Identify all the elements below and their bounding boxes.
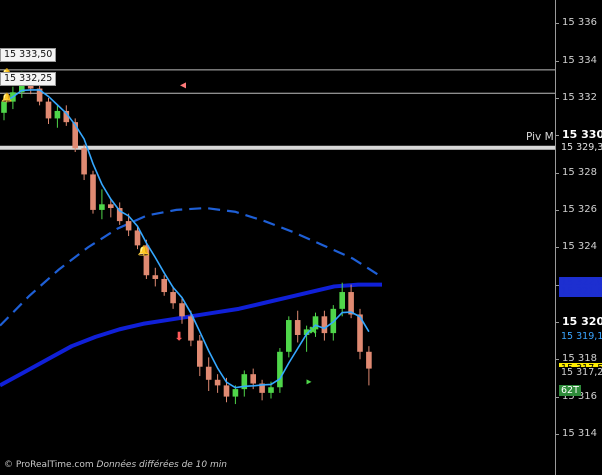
candle-body — [197, 340, 203, 367]
price-tick-mark — [555, 23, 559, 25]
price-tick-mark — [555, 60, 559, 62]
price-tick-mark — [555, 135, 559, 137]
price-tag[interactable]: 15 321,89 — [559, 286, 602, 298]
candle-body — [108, 204, 114, 209]
price-tick-mark — [555, 433, 559, 435]
price-tick-mark — [555, 172, 559, 174]
candle-body — [277, 351, 283, 388]
candle-body — [45, 101, 52, 119]
price-tag[interactable]: 15 319,18 — [559, 331, 602, 343]
level-lines — [0, 69, 555, 150]
candle-body — [170, 292, 176, 304]
price-tick-label: 15 332 — [562, 91, 597, 103]
price-axis[interactable] — [555, 0, 602, 475]
candle-body — [90, 174, 96, 210]
candle-body — [366, 351, 372, 369]
down-arrow-icon: ⬇ — [174, 329, 184, 343]
short-ma-layer — [3, 89, 370, 389]
candle-body — [339, 292, 345, 309]
bell-icon: 🔔 — [138, 245, 150, 257]
candle-body — [223, 385, 230, 397]
dashed-ma-layer — [0, 206, 383, 327]
price-tick-mark — [555, 209, 559, 211]
pivot-value-tag[interactable]: 15 329,33 — [559, 142, 602, 153]
candle-body — [54, 110, 61, 119]
candle-body — [268, 387, 274, 393]
green-arrow-icon: ▸ — [306, 377, 311, 388]
footer-delay: Données différées de 10 min — [96, 460, 227, 470]
candle-body — [179, 303, 185, 317]
candle-body — [232, 389, 239, 397]
price-tick-mark — [555, 359, 559, 361]
short-ma-line — [3, 89, 370, 389]
candle-body — [188, 316, 194, 341]
price-tick-mark — [555, 321, 559, 323]
alert-marker-icon: ◂ — [180, 77, 186, 91]
price-tick-mark — [555, 396, 559, 398]
candle-body — [99, 204, 105, 210]
candle-body — [125, 221, 132, 231]
candle-body — [214, 379, 221, 386]
price-axis-divider — [555, 0, 556, 475]
price-tick-label: 15 324 — [562, 241, 597, 253]
candle-body — [286, 320, 292, 352]
footer-source: © ProRealTime.com — [4, 460, 94, 470]
chart-area[interactable]: ◂🔔⬇✖▸🔔🔔 — [0, 0, 602, 475]
price-tick-label: 15 326 — [562, 203, 597, 215]
price-tick-mark — [555, 247, 559, 249]
candle-body — [294, 320, 301, 335]
footer: © ProRealTime.com Données différées de 1… — [4, 460, 227, 470]
candle-body — [134, 230, 141, 246]
price-tick-mark — [555, 97, 559, 99]
candle-body — [348, 292, 354, 315]
candle-body — [321, 316, 328, 334]
lower-level-label[interactable]: 15 332,25 — [0, 72, 57, 86]
candle-body — [81, 148, 87, 175]
upper-level-label[interactable]: 15 333,50 — [0, 48, 57, 62]
bell-icon: 🔔 — [1, 92, 12, 103]
price-tick-label: 15 336 — [562, 17, 597, 29]
price-tick-label: 15 330 — [562, 128, 602, 142]
price-tag[interactable]: 62T — [559, 384, 581, 396]
price-tick-label: 15 314 — [562, 427, 597, 439]
candle-body — [205, 366, 212, 380]
green-cross-icon: ✖ — [308, 324, 317, 337]
candle-body — [161, 278, 167, 293]
price-chart[interactable]: ◂🔔⬇✖▸🔔🔔 — [0, 0, 602, 475]
pivot-name-label: Piv M — [526, 131, 554, 143]
price-tag[interactable]: 15 317,25 — [559, 367, 602, 379]
candle-body — [250, 374, 256, 384]
price-tick-label: 15 320 — [562, 314, 602, 328]
price-tick-label: 15 328 — [562, 166, 597, 178]
price-tick-label: 15 334 — [562, 54, 597, 66]
candle-body — [152, 275, 159, 279]
dashed-ma-line — [0, 206, 383, 327]
